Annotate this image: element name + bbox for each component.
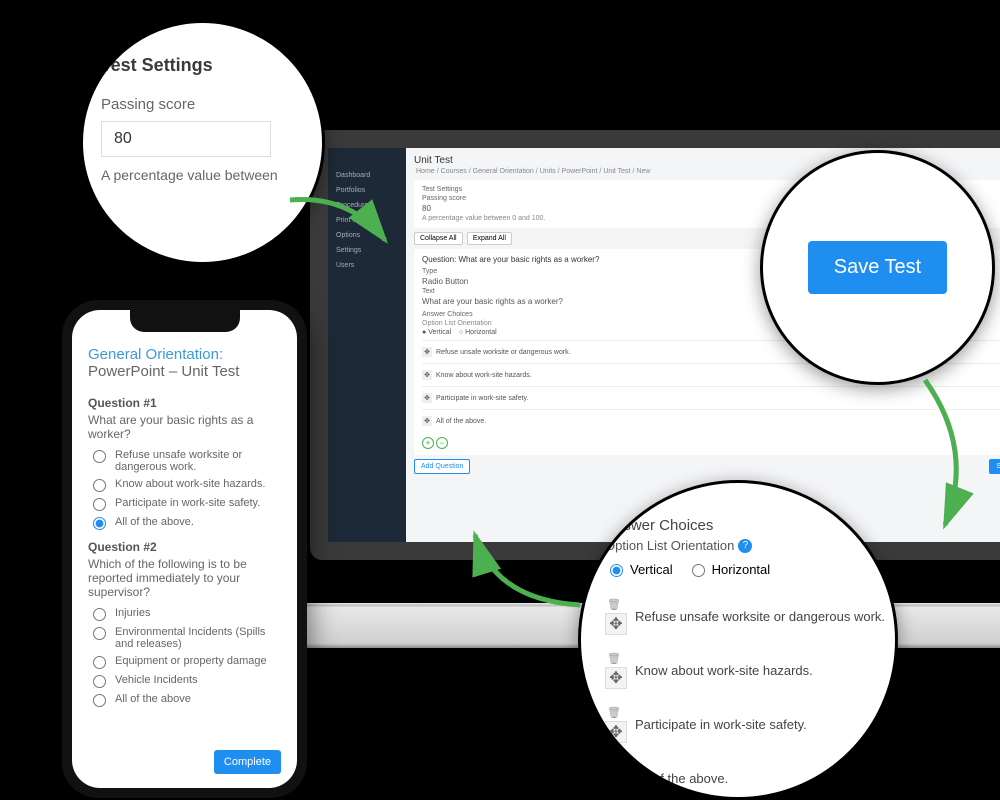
answer-text: Refuse unsafe worksite or dangerous work… [635,609,885,624]
sidebar-item[interactable]: Print Forms [328,213,406,228]
zoom-orientation-vertical[interactable]: Vertical [605,561,673,577]
phone-q2-label: Question #2 [88,540,281,554]
orientation-vertical[interactable]: ● Vertical [422,329,451,336]
phone-q2-option[interactable]: Environmental Incidents (Spills and rele… [88,626,281,650]
delete-icon[interactable]: 🗑 [605,651,623,665]
drag-handle-icon[interactable]: ✥ [605,667,627,689]
sidebar-item[interactable]: Options [328,228,406,243]
answer-text: All of the above. [635,771,728,786]
phone-course-title: General Orientation: [88,346,281,363]
phone-q1-option[interactable]: Know about work-site hazards. [88,478,281,492]
zoom-test-settings: Test Settings Passing score 80 A percent… [80,20,325,265]
drag-handle-icon[interactable]: ✥ [422,370,432,380]
drag-handle-icon[interactable]: ✥ [422,416,432,426]
phone-mockup: General Orientation: PowerPoint – Unit T… [62,300,307,798]
zoom-answer-choices: Answer Choices Option List Orientation ?… [578,480,898,800]
sidebar-item[interactable]: Settings [328,243,406,258]
drag-handle-icon[interactable]: ✥ [422,393,432,403]
zoom-answers-heading: Answer Choices [605,517,898,534]
complete-button[interactable]: Complete [214,750,281,774]
phone-q2-option[interactable]: Vehicle Incidents [88,674,281,688]
orientation-horizontal[interactable]: ○ Horizontal [459,329,497,336]
delete-icon[interactable]: 🗑 [605,705,623,719]
add-question-button[interactable]: Add Question [414,459,470,474]
admin-sidebar: Dashboard Portfolios Procedures Print Fo… [328,148,406,542]
phone-q2-option[interactable]: Injuries [88,607,281,621]
delete-icon[interactable]: 🗑 [605,597,623,611]
sidebar-item[interactable]: Procedures [328,198,406,213]
zoom-orientation-label: Option List Orientation [605,538,734,553]
phone-q2-text: Which of the following is to be reported… [88,557,281,599]
answer-row: ✥Participate in work-site safety. [422,386,1000,409]
zoom-answer-row: 🗑 ✥ Refuse unsafe worksite or dangerous w… [605,589,898,643]
drag-handle-icon[interactable]: ✥ [605,613,627,635]
phone-q2-option[interactable]: All of the above [88,693,281,707]
sidebar-item[interactable]: Dashboard [328,168,406,183]
phone-q2-option[interactable]: Equipment or property damage [88,655,281,669]
sidebar-item[interactable]: Users [328,258,406,273]
zoom-settings-heading: Test Settings [101,55,325,76]
zoom-score-label: Passing score [101,96,325,113]
sidebar-item[interactable]: Portfolios [328,183,406,198]
drag-handle-icon[interactable]: ✥ [605,721,627,743]
phone-q1-option[interactable]: Refuse unsafe worksite or dangerous work… [88,449,281,473]
phone-q1-option[interactable]: Participate in work-site safety. [88,497,281,511]
phone-q1-label: Question #1 [88,396,281,410]
zoom-save-test: Save Test [760,150,995,385]
zoom-hint: A percentage value between [101,167,325,183]
save-test-button-zoom[interactable]: Save Test [808,241,947,294]
zoom-orientation-horizontal[interactable]: Horizontal [687,561,771,577]
answer-text: Know about work-site hazards. [635,663,813,678]
drag-handle-icon[interactable]: ✥ [422,347,432,357]
phone-q1-text: What are your basic rights as a worker? [88,413,281,441]
phone-course-subtitle: PowerPoint – Unit Test [88,363,281,380]
answer-row: ✥All of the above. [422,409,1000,432]
zoom-answer-row: 🗑 ✥ All of the above. [605,751,898,800]
phone-q1-option[interactable]: All of the above. [88,516,281,530]
help-icon[interactable]: ? [738,539,752,553]
add-remove-answer[interactable]: +− [422,437,448,449]
answer-text: Participate in work-site safety. [635,717,807,732]
collapse-all-button[interactable]: Collapse All [414,232,463,245]
zoom-answer-row: 🗑 ✥ Participate in work-site safety. [605,697,898,751]
zoom-answer-row: 🗑 ✥ Know about work-site hazards. [605,643,898,697]
expand-all-button[interactable]: Expand All [467,232,512,245]
delete-icon[interactable]: 🗑 [605,759,623,773]
drag-handle-icon[interactable]: ✥ [605,775,627,797]
zoom-score-field[interactable]: 80 [101,121,271,157]
save-test-button[interactable]: Save Test [989,459,1000,474]
